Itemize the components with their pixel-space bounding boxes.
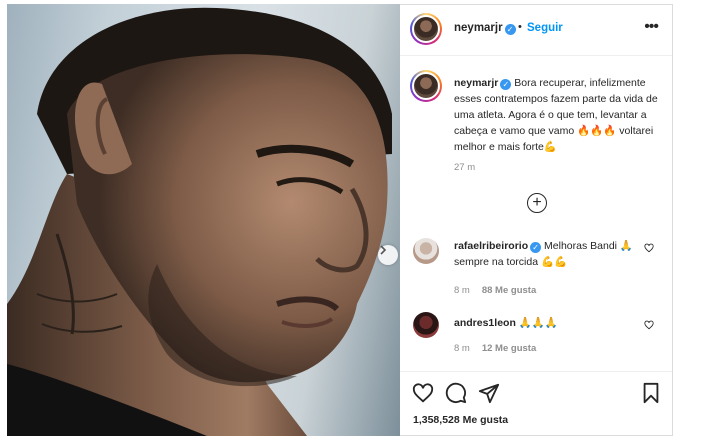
post-header: neymarjr ✓ • Seguir ••• <box>400 5 672 56</box>
praying-hands-emoji: 🙏 <box>619 240 633 252</box>
comment-text-end: sempre na torcida <box>454 256 541 268</box>
commenter-username[interactable]: andres1leon <box>454 317 516 329</box>
author-username[interactable]: neymarjr <box>454 22 503 34</box>
comment-time[interactable]: 8 m <box>454 343 470 354</box>
paper-plane-icon[interactable] <box>478 382 500 404</box>
caption-avatar[interactable] <box>410 70 442 102</box>
commenter-avatar[interactable] <box>413 238 439 264</box>
heart-icon[interactable] <box>412 382 434 404</box>
player-portrait-illustration <box>7 7 392 436</box>
commenter-username[interactable]: rafaelribeirorio <box>454 240 528 252</box>
chevron-right-icon <box>380 245 387 255</box>
author-avatar[interactable] <box>410 13 442 45</box>
post-side-panel: neymarjr ✓ • Seguir ••• neymarjr ✓ Bora re… <box>400 4 673 436</box>
flexed-biceps-emoji: 💪 <box>543 141 557 153</box>
verified-badge-icon: ✓ <box>504 24 516 35</box>
comment-likes[interactable]: 12 Me gusta <box>482 343 536 354</box>
caption-username[interactable]: neymarjr <box>454 77 498 89</box>
comment-time[interactable]: 8 m <box>454 285 470 296</box>
next-image-button[interactable] <box>378 245 398 265</box>
caption-timestamp[interactable]: 27 m <box>454 162 475 173</box>
follow-button[interactable]: Seguir <box>527 22 563 34</box>
comment-likes[interactable]: 88 Me gusta <box>482 285 536 296</box>
comment-like-heart-icon[interactable] <box>644 320 654 330</box>
flexed-biceps-emoji: 💪💪 <box>540 256 568 268</box>
plus-circle-icon[interactable]: + <box>527 193 547 213</box>
more-options-icon[interactable]: ••• <box>644 18 659 36</box>
comment-text: Melhoras Bandi <box>544 240 620 252</box>
post-actions-bar: 1,358,528 Me gusta <box>400 371 672 436</box>
likes-count[interactable]: 1,358,528 Me gusta <box>413 414 508 426</box>
post-photo <box>7 4 400 436</box>
separator-dot: • <box>518 21 522 33</box>
verified-badge-icon: ✓ <box>500 79 512 90</box>
verified-badge-icon: ✓ <box>530 242 542 253</box>
bookmark-icon[interactable] <box>640 382 662 404</box>
praying-hands-emoji: 🙏🙏🙏 <box>518 317 559 329</box>
comment-bubble-icon[interactable] <box>445 382 467 404</box>
comment-like-heart-icon[interactable] <box>644 243 654 253</box>
commenter-avatar[interactable] <box>413 312 439 338</box>
fire-emoji: 🔥🔥🔥 <box>577 125 617 137</box>
